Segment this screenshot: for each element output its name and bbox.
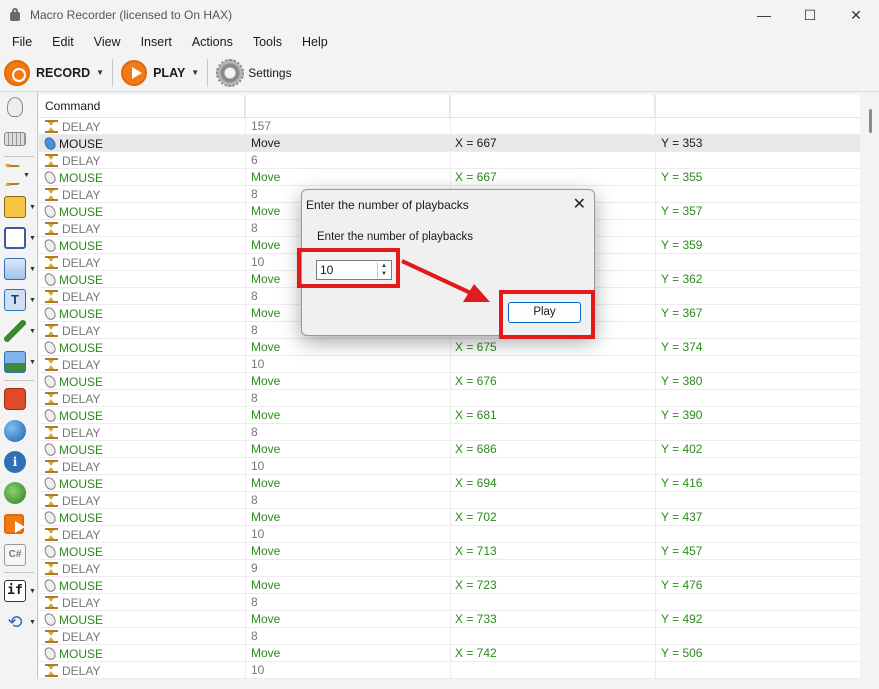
annotation-arrow-icon bbox=[401, 259, 490, 302]
